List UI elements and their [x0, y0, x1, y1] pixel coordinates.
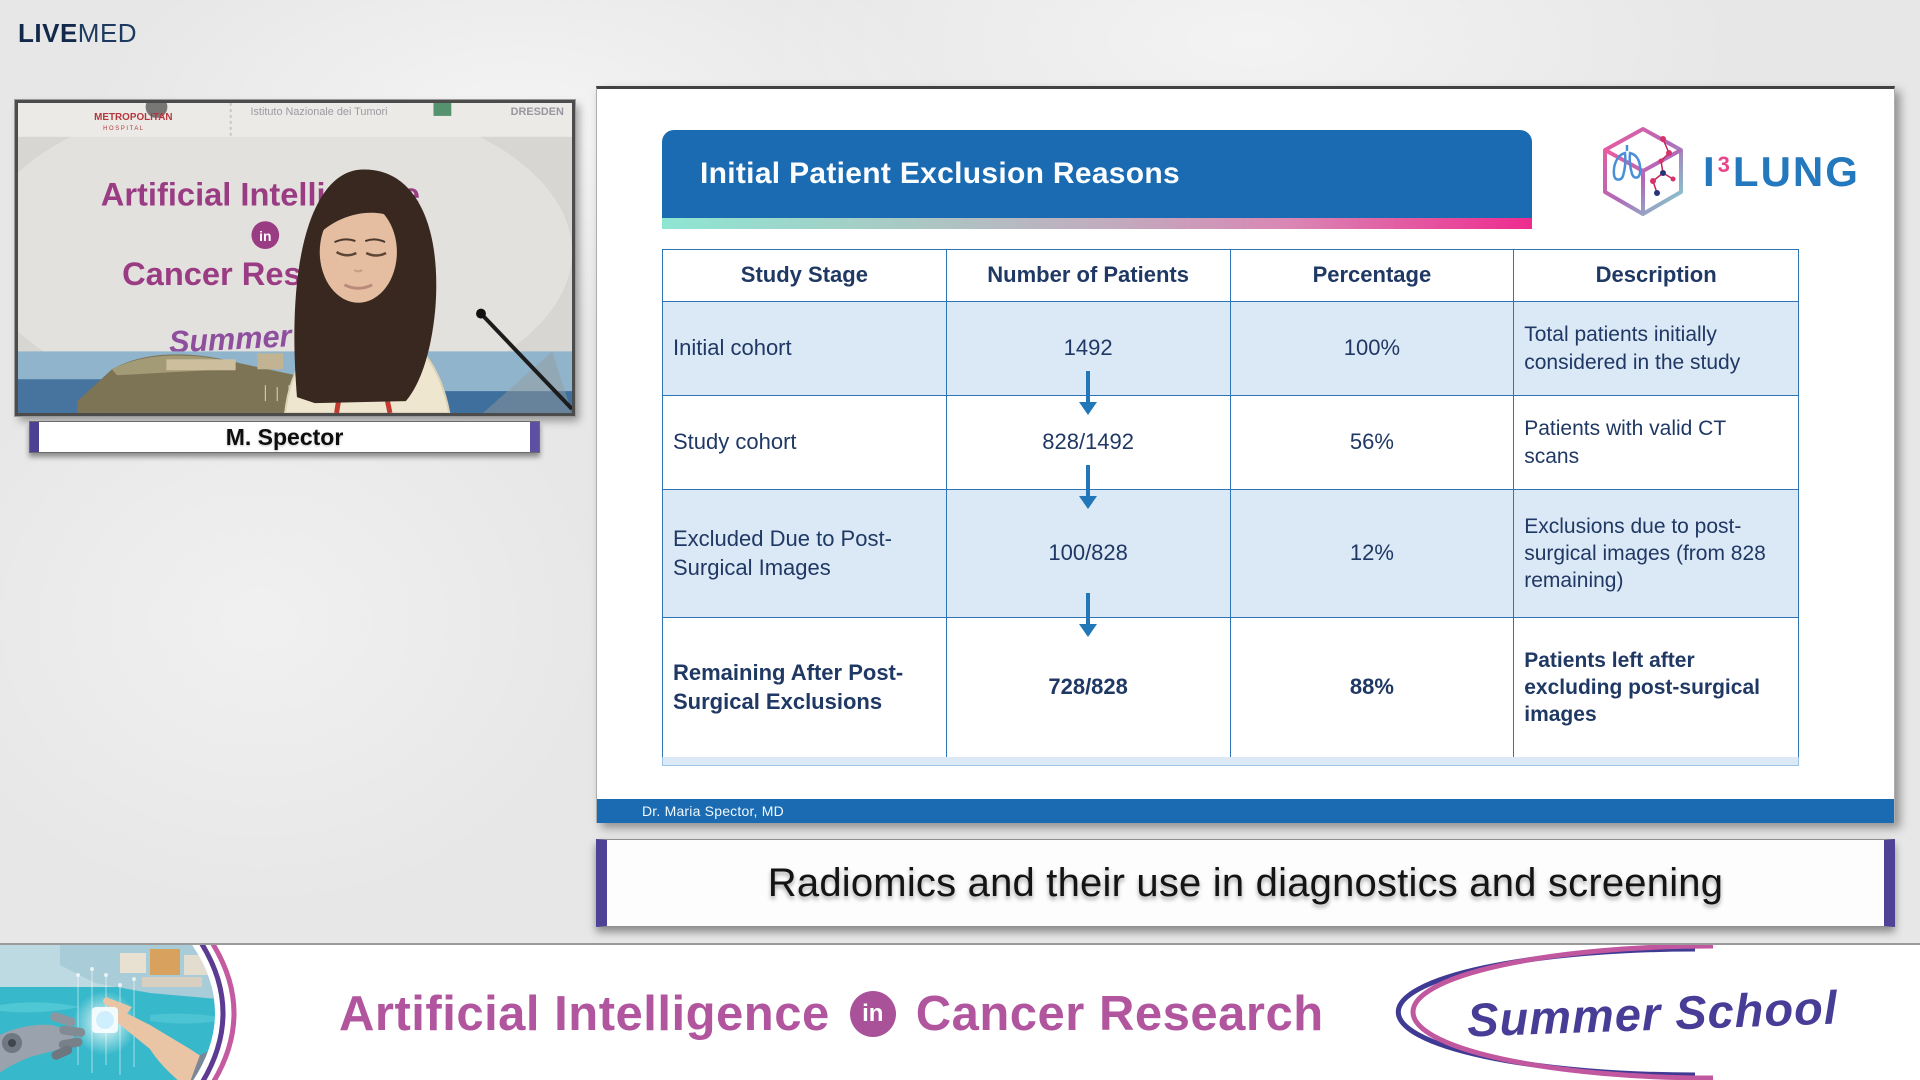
partner-logo-icon: [434, 103, 452, 116]
cell-percentage: 12%: [1231, 490, 1515, 617]
title-gradient-strip: [662, 218, 1532, 229]
dresden-logo-text: DRESDEN: [511, 106, 564, 118]
table-row: Excluded Due to Post-Surgical Images 100…: [663, 490, 1798, 618]
summer-school-badge: Summer School: [1395, 945, 1870, 1080]
flow-arrow-icon: [1079, 371, 1097, 417]
cell-percentage: 56%: [1231, 396, 1515, 489]
event-title: Artificial Intelligence in Cancer Resear…: [339, 945, 1324, 1080]
event-banner: Artificial Intelligence in Cancer Resear…: [0, 943, 1920, 1080]
table-row: Remaining After Post-Surgical Exclusions…: [663, 618, 1798, 757]
poster-in-text: in: [259, 228, 271, 244]
metropolitan-hospital-logo: METROPOLITAN: [94, 112, 172, 123]
lecture-title: Radiomics and their use in diagnostics a…: [768, 861, 1723, 906]
speaker-name-bar: M. Spector: [29, 421, 540, 453]
i3lung-wordmark: I3LUNG: [1703, 148, 1860, 196]
cell-stage: Excluded Due to Post-Surgical Images: [663, 490, 947, 617]
cell-stage: Study cohort: [663, 396, 947, 489]
table-row: Study cohort 828/1492 56% Patients with …: [663, 396, 1798, 490]
livemed-stream-screen: { "brand": { "live": "LIVE", "med": "MED…: [0, 0, 1920, 1080]
exclusion-table: Study Stage Number of Patients Percentag…: [662, 249, 1799, 758]
partner-logo-text: Istituto Nazionale dei Tumori: [250, 106, 387, 118]
speaker-name: M. Spector: [226, 424, 344, 451]
cell-description: Total patients initially considered in t…: [1514, 302, 1798, 395]
event-title-right: Cancer Research: [916, 986, 1324, 1042]
slide-title: Initial Patient Exclusion Reasons: [700, 157, 1180, 191]
name-bar-left-accent: [30, 422, 39, 452]
cell-description: Patients with valid CT scans: [1514, 396, 1798, 489]
col-header-description: Description: [1514, 250, 1798, 301]
summer-school-text: Summer School: [1466, 981, 1838, 1047]
cell-percentage: 88%: [1231, 618, 1515, 757]
event-title-left: Artificial Intelligence: [339, 986, 830, 1042]
table-row: Initial cohort 1492 100% Total patients …: [663, 302, 1798, 396]
cell-description: Exclusions due to post-surgical images (…: [1514, 490, 1798, 617]
ai-hands-photo: [0, 945, 270, 1080]
slide-title-bar: Initial Patient Exclusion Reasons: [662, 130, 1532, 218]
slide-footer-author: Dr. Maria Spector, MD: [642, 803, 784, 819]
i3lung-lung: LUNG: [1733, 148, 1860, 195]
metropolitan-hospital-sub: H O S P I T A L: [103, 126, 144, 132]
i3lung-sup3: 3: [1718, 152, 1732, 177]
name-bar-right-accent: [530, 422, 539, 452]
i3lung-i: I: [1703, 148, 1717, 195]
col-header-number-of-patients: Number of Patients: [947, 250, 1231, 301]
col-header-percentage: Percentage: [1231, 250, 1515, 301]
cell-stage: Remaining After Post-Surgical Exclusions: [663, 618, 947, 757]
speaker-video-feed[interactable]: METROPOLITAN H O S P I T A L Istituto Na…: [15, 100, 575, 416]
flow-arrow-icon: [1079, 465, 1097, 511]
slide-footer-bar: Dr. Maria Spector, MD: [597, 799, 1894, 823]
col-header-study-stage: Study Stage: [663, 250, 947, 301]
table-header-row: Study Stage Number of Patients Percentag…: [663, 250, 1798, 302]
speaker-video-scene: METROPOLITAN H O S P I T A L Istituto Na…: [18, 103, 572, 413]
i3lung-cube-icon: [1597, 123, 1689, 221]
flow-arrow-icon: [1079, 593, 1097, 639]
table-bottom-strip: [662, 757, 1799, 766]
presentation-slide: Initial Patient Exclusion Reasons: [596, 86, 1895, 823]
cell-percentage: 100%: [1231, 302, 1515, 395]
lecture-title-banner: Radiomics and their use in diagnostics a…: [596, 839, 1895, 927]
summer-school-ellipse-icon: Summer School: [1395, 945, 1870, 1080]
livemed-logo-med: MED: [78, 18, 137, 48]
cell-description: Patients left after excluding post-surgi…: [1514, 618, 1798, 757]
i3lung-logo: I3LUNG: [1597, 117, 1877, 227]
livemed-logo: LIVEMED: [18, 18, 137, 49]
cell-stage: Initial cohort: [663, 302, 947, 395]
livemed-logo-live: LIVE: [18, 18, 78, 48]
event-in-circle: in: [850, 991, 896, 1037]
